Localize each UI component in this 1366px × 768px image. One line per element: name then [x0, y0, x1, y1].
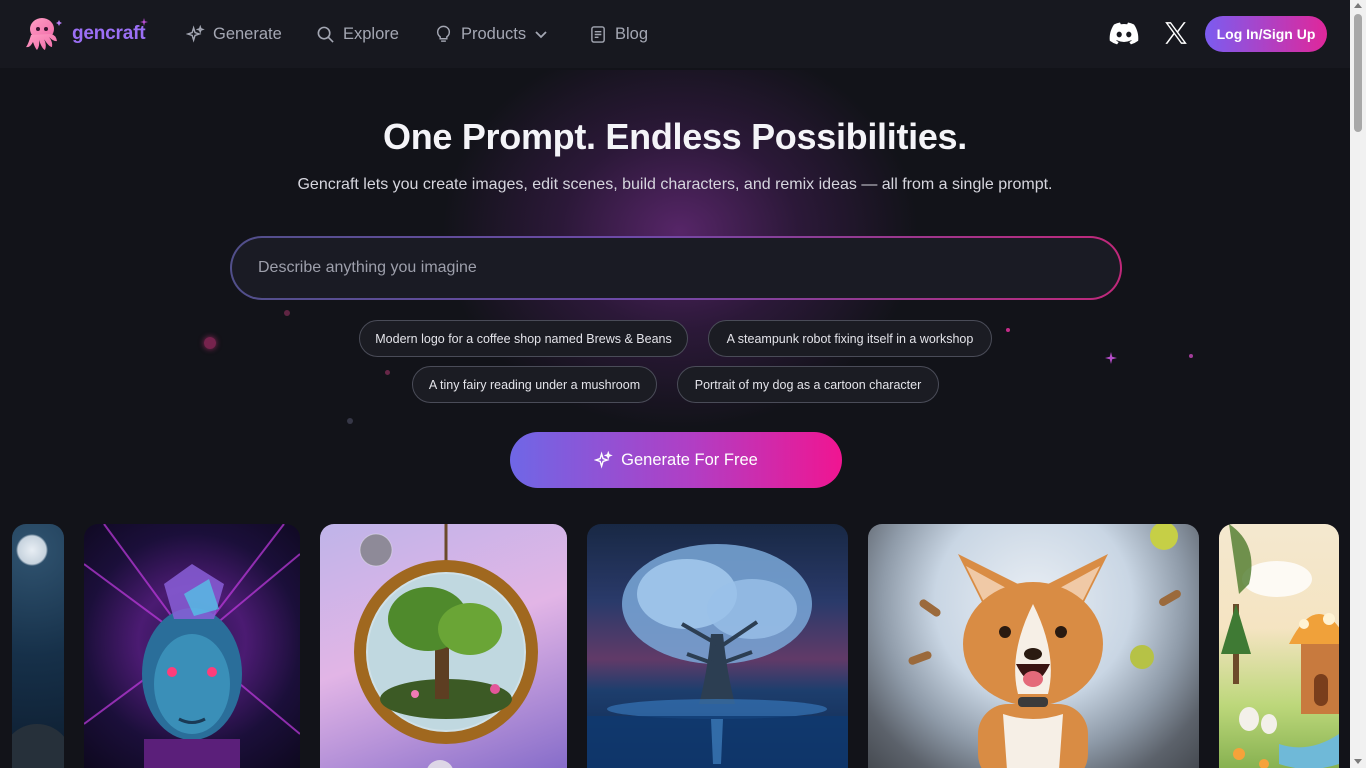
scrollbar-thumb[interactable]	[1354, 14, 1362, 132]
suggestion-chip[interactable]: A steampunk robot fixing itself in a wor…	[708, 320, 992, 357]
top-nav: gencraft Generate Explore Products Blog	[0, 0, 1350, 68]
nav-generate[interactable]: Generate	[186, 22, 282, 46]
mushroom-house-illustration	[1221, 524, 1339, 768]
sparkle-icon	[1105, 352, 1117, 364]
particle	[385, 370, 390, 375]
gallery-card-cyber-face[interactable]	[84, 524, 300, 768]
hero-subtitle: Gencraft lets you create images, edit sc…	[297, 176, 1053, 193]
suggestion-chip[interactable]: Modern logo for a coffee shop named Brew…	[359, 320, 688, 357]
x-twitter-icon[interactable]	[1163, 20, 1189, 46]
sparkle-icon	[140, 18, 148, 26]
generate-for-free-button[interactable]: Generate For Free	[510, 432, 842, 488]
gallery-card-moon[interactable]	[12, 524, 64, 768]
terrarium-illustration	[354, 524, 538, 768]
prompt-field-frame	[230, 236, 1122, 300]
nav-blog-label: Blog	[615, 24, 649, 43]
particle	[1189, 354, 1193, 358]
nav-explore[interactable]: Explore	[316, 22, 399, 46]
nav-products-label: Products	[461, 24, 527, 43]
gallery-card-mushroom-house[interactable]	[1219, 524, 1339, 768]
octopus-logo-icon	[26, 18, 62, 50]
particle	[204, 337, 216, 349]
search-icon	[317, 26, 334, 43]
particle	[347, 418, 353, 424]
suggestion-chip[interactable]: Portrait of my dog as a cartoon characte…	[677, 366, 939, 403]
cyber-face-illustration	[84, 524, 300, 768]
lightbulb-icon	[436, 25, 451, 42]
corgi-illustration	[908, 524, 1181, 768]
particle	[284, 310, 290, 316]
nav-explore-label: Explore	[343, 24, 399, 43]
gallery-card-terrarium[interactable]	[320, 524, 567, 768]
discord-icon[interactable]	[1109, 21, 1139, 45]
scroll-up-arrow-icon[interactable]	[1354, 3, 1362, 8]
brand-logo[interactable]: gencraft	[24, 15, 146, 53]
sparkle-icon	[186, 24, 205, 43]
generate-label: Generate For Free	[621, 450, 758, 469]
sparkle-icon	[594, 450, 613, 469]
scroll-down-arrow-icon[interactable]	[1354, 759, 1362, 764]
gallery-card-glowing-tree[interactable]	[587, 524, 848, 768]
nav-generate-label: Generate	[213, 24, 282, 43]
login-signup-button[interactable]: Log In/Sign Up	[1205, 16, 1327, 52]
glowing-tree-illustration	[587, 544, 848, 768]
particle	[1006, 328, 1010, 332]
nav-blog[interactable]: Blog	[590, 22, 648, 46]
nav-products[interactable]: Products	[434, 22, 548, 46]
hero-title: One Prompt. Endless Possibilities.	[383, 116, 967, 157]
gallery-card-corgi[interactable]	[868, 524, 1199, 768]
gallery-figure	[12, 724, 64, 768]
brand-name: gencraft	[72, 23, 146, 44]
prompt-input[interactable]	[232, 238, 1120, 298]
page-scrollbar[interactable]	[1350, 0, 1366, 768]
chevron-down-icon	[535, 31, 547, 39]
suggestion-chip[interactable]: A tiny fairy reading under a mushroom	[412, 366, 657, 403]
document-icon	[591, 25, 605, 43]
